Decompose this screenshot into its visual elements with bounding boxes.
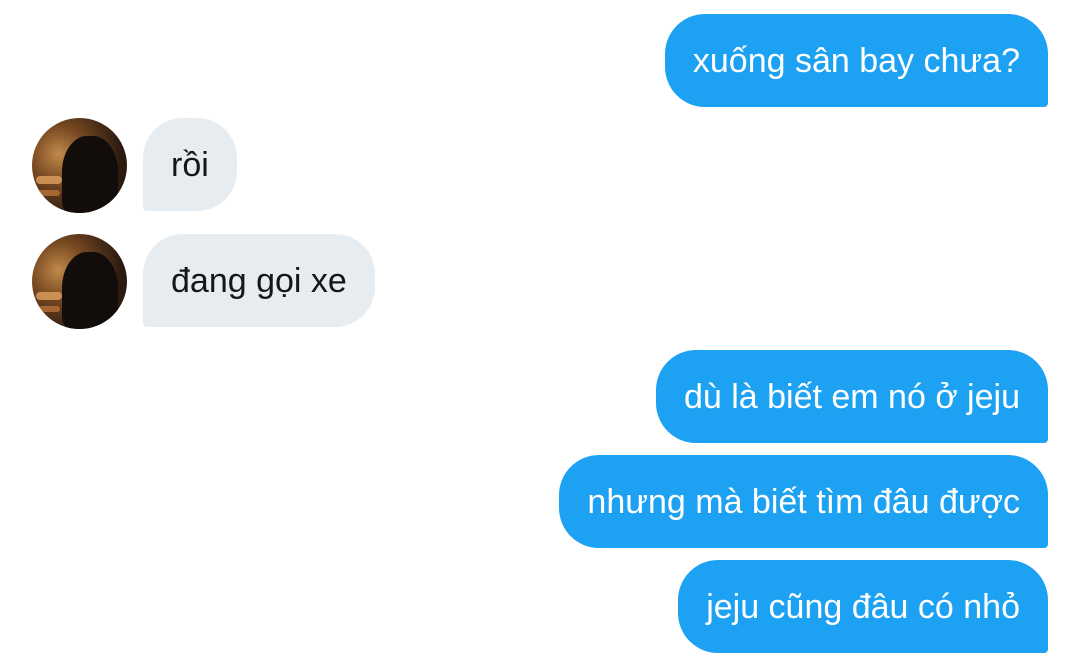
avatar-background-light xyxy=(36,176,62,184)
message-text: rồi xyxy=(171,145,209,184)
contact-avatar[interactable] xyxy=(32,118,127,213)
avatar-person-silhouette xyxy=(62,136,118,213)
message-text: dù là biết em nó ở jeju xyxy=(683,377,1020,416)
sent-message-bubble[interactable]: dù là biết em nó ở jeju xyxy=(655,350,1048,443)
contact-avatar[interactable] xyxy=(32,234,127,329)
message-text: nhưng mà biết tìm đâu được xyxy=(587,482,1020,521)
avatar-person-silhouette xyxy=(62,252,118,329)
message-text: đang gọi xe xyxy=(171,261,347,300)
message-text: jeju cũng đâu có nhỏ xyxy=(706,587,1020,626)
avatar-background-light xyxy=(38,190,60,196)
sent-message-bubble[interactable]: nhưng mà biết tìm đâu được xyxy=(559,455,1048,548)
sent-message-bubble[interactable]: xuống sân bay chưa? xyxy=(664,14,1048,107)
sent-message-bubble[interactable]: jeju cũng đâu có nhỏ xyxy=(678,560,1048,653)
avatar-background-light xyxy=(38,306,60,312)
received-message-bubble[interactable]: đang gọi xe xyxy=(143,234,375,327)
received-message-bubble[interactable]: rồi xyxy=(143,118,237,211)
avatar-background-light xyxy=(36,292,62,300)
message-text: xuống sân bay chưa? xyxy=(692,41,1020,80)
